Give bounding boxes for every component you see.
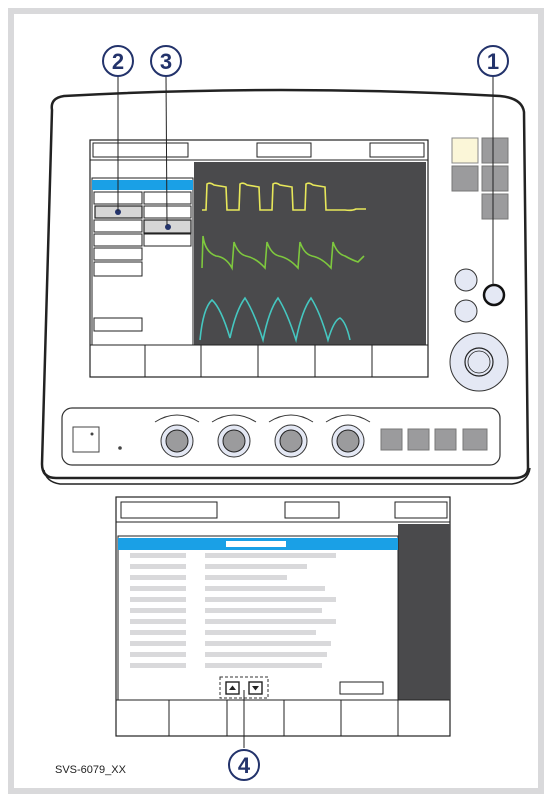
- fixed-key-1: [451, 137, 479, 164]
- zoomed-dark-area: [398, 524, 450, 700]
- strip-square-key: [72, 426, 100, 453]
- screen-top-box-mid: [256, 142, 312, 158]
- round-button-bottom: [454, 299, 478, 323]
- screen-top-box-left: [92, 142, 189, 158]
- callout-3-label: 3: [160, 49, 172, 74]
- fixed-key-5: [481, 193, 509, 220]
- screen-top-box-right: [369, 142, 425, 158]
- strip-key-4: [462, 428, 488, 451]
- callout-4-label: 4: [238, 753, 251, 778]
- fixed-key-3: [451, 165, 479, 192]
- waveform-area: [194, 162, 426, 345]
- strip-key-3: [434, 428, 457, 451]
- callout-2-label: 2: [112, 49, 124, 74]
- zoomed-ok-box: [339, 681, 384, 695]
- settings-panel-header: [92, 180, 193, 190]
- scroll-down-arrow-icon: [248, 681, 263, 695]
- scroll-up-arrow-icon: [225, 681, 240, 695]
- figure-id: SVS-6079_XX: [55, 764, 126, 776]
- ventilator-diagram: 2 3 1 4: [40, 45, 531, 781]
- strip-key-2: [407, 428, 430, 451]
- knob-button: [482, 283, 506, 307]
- callout-1-label: 1: [487, 49, 499, 74]
- fixed-key-4: [481, 165, 509, 192]
- round-button-top: [454, 268, 478, 292]
- strip-key-1: [380, 428, 403, 451]
- fixed-key-2: [481, 137, 509, 164]
- zoomed-window: [117, 535, 399, 701]
